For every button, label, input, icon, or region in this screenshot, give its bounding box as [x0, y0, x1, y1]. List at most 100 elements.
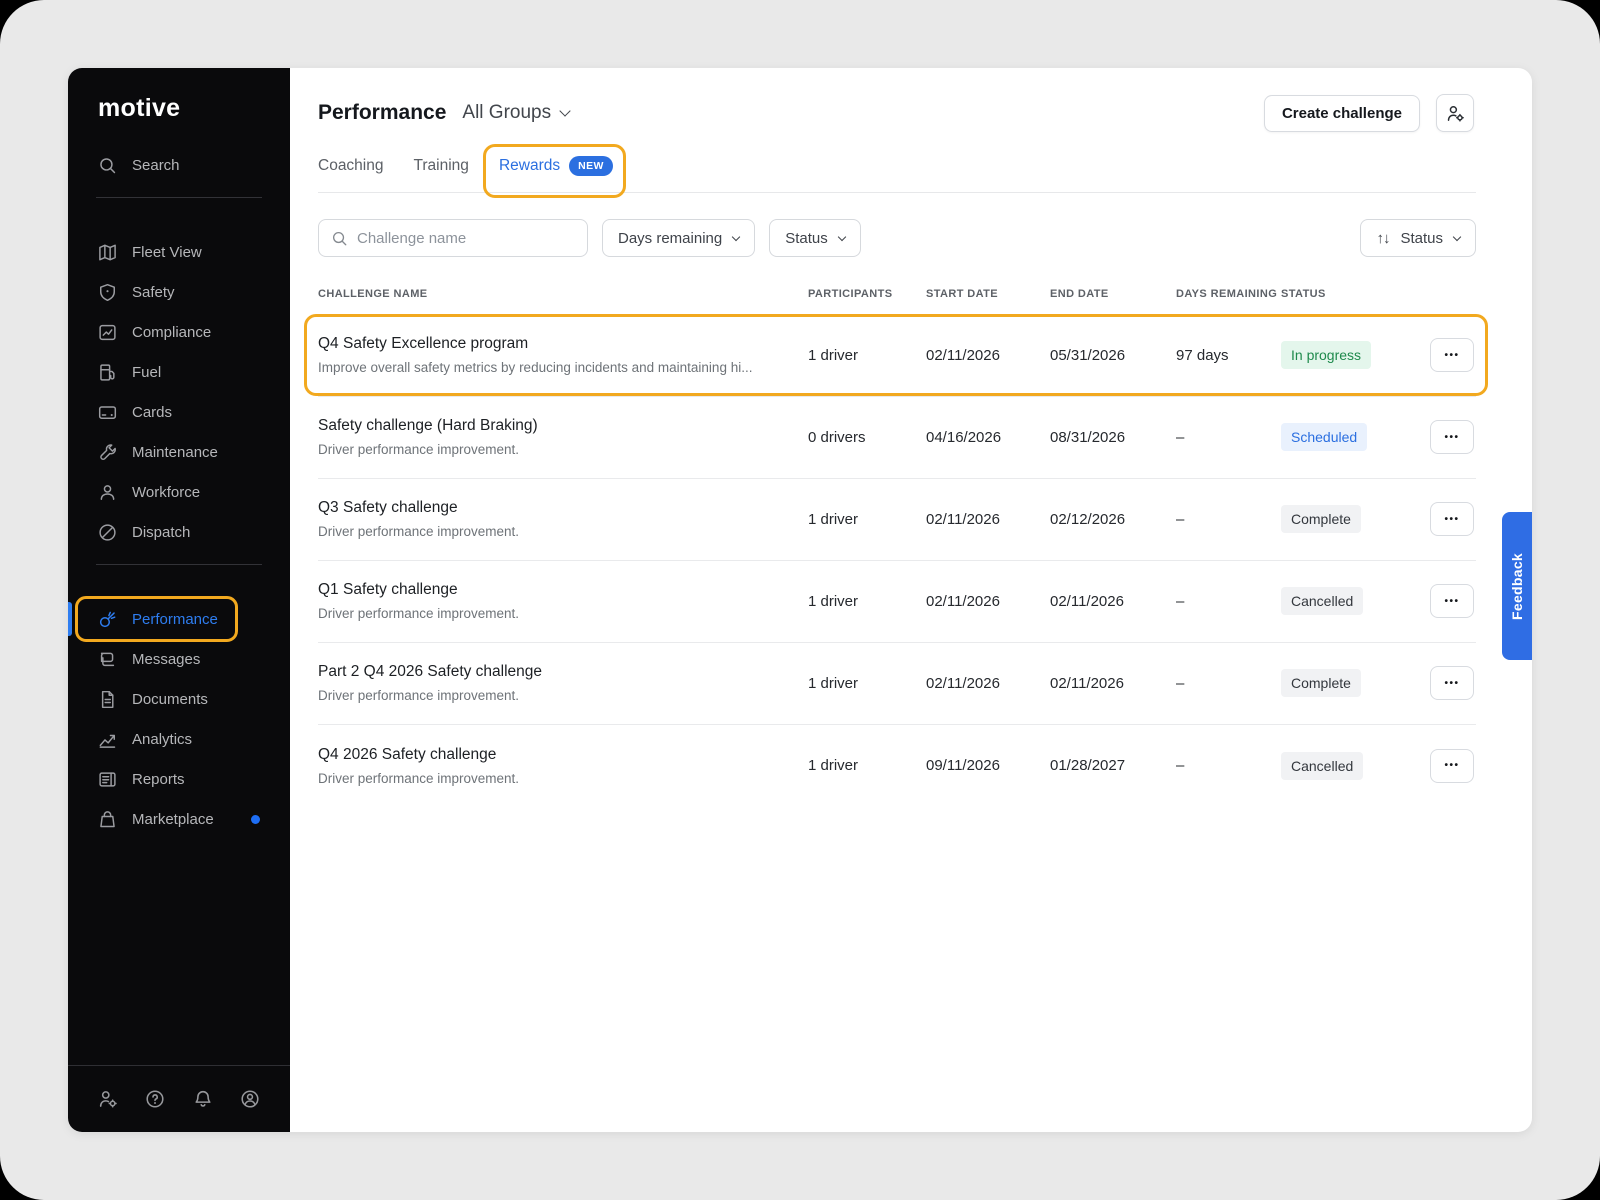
sidebar-item-cards[interactable]: Cards [68, 392, 290, 432]
row-actions-cell: ••• [1430, 338, 1476, 372]
create-challenge-button[interactable]: Create challenge [1264, 95, 1420, 132]
sidebar-item-analytics[interactable]: Analytics [68, 719, 290, 759]
tab-coaching[interactable]: Coaching [318, 156, 384, 192]
start-date-cell: 02/11/2026 [926, 675, 1050, 692]
feedback-tab-label: Feedback [1509, 553, 1525, 620]
tab-label: Coaching [318, 157, 384, 175]
sidebar-item-compliance[interactable]: Compliance [68, 312, 290, 352]
days-remaining-cell: – [1176, 593, 1281, 610]
sidebar-item-label: Marketplace [132, 811, 214, 828]
participants-cell: 1 driver [808, 593, 926, 610]
days-remaining-cell: – [1176, 675, 1281, 692]
sidebar-item-label: Search [132, 157, 180, 174]
end-date-cell: 05/31/2026 [1050, 347, 1176, 364]
analytics-icon [98, 730, 117, 749]
table-row[interactable]: Q4 2026 Safety challengeDriver performan… [318, 725, 1476, 807]
challenge-description: Driver performance improvement. [318, 771, 784, 786]
feedback-tab[interactable]: Feedback [1502, 512, 1532, 660]
sidebar-item-label: Maintenance [132, 444, 218, 461]
sidebar-item-maintenance[interactable]: Maintenance [68, 432, 290, 472]
days-remaining-filter[interactable]: Days remaining [602, 219, 755, 257]
tab-label: Training [414, 157, 469, 175]
user-settings-button[interactable] [98, 1089, 118, 1109]
sidebar-item-fleet-view[interactable]: Fleet View [68, 232, 290, 272]
status-filter-label: Status [785, 230, 828, 247]
sidebar-item-fuel[interactable]: Fuel [68, 352, 290, 392]
start-date-cell: 02/11/2026 [926, 593, 1050, 610]
tab-rewards[interactable]: RewardsNEW [499, 156, 613, 192]
sidebar-item-label: Cards [132, 404, 172, 421]
sort-by-dropdown[interactable]: ↑↓ Status [1360, 219, 1476, 257]
table-row[interactable]: Safety challenge (Hard Braking)Driver pe… [318, 397, 1476, 479]
challenge-name-cell: Q1 Safety challengeDriver performance im… [318, 565, 808, 637]
user-settings-button[interactable] [1436, 94, 1474, 132]
challenge-description: Driver performance improvement. [318, 524, 784, 539]
search-icon [331, 230, 348, 247]
challenge-search-input[interactable] [357, 230, 575, 247]
table-row[interactable]: Q4 Safety Excellence programImprove over… [318, 315, 1476, 397]
row-more-button[interactable]: ••• [1430, 584, 1474, 618]
group-filter-dropdown[interactable]: All Groups [462, 102, 569, 124]
person-icon [98, 483, 117, 502]
participants-cell: 0 drivers [808, 429, 926, 446]
sidebar-item-performance[interactable]: Performance [68, 599, 290, 639]
row-more-button[interactable]: ••• [1430, 420, 1474, 454]
sidebar-item-search[interactable]: Search [68, 145, 290, 185]
challenge-name-cell: Q3 Safety challengeDriver performance im… [318, 483, 808, 555]
table-row[interactable]: Q3 Safety challengeDriver performance im… [318, 479, 1476, 561]
challenge-name: Q4 Safety Excellence program [318, 335, 784, 353]
sort-by-label: Status [1400, 230, 1443, 247]
row-more-button[interactable]: ••• [1430, 749, 1474, 783]
sidebar-item-documents[interactable]: Documents [68, 679, 290, 719]
status-badge: Complete [1281, 669, 1361, 697]
search-icon [331, 230, 348, 247]
card-icon [98, 403, 117, 422]
sidebar-footer [68, 1065, 290, 1132]
reports-icon [98, 770, 117, 789]
status-filter[interactable]: Status [769, 219, 861, 257]
row-more-button[interactable]: ••• [1430, 502, 1474, 536]
search-icon [98, 156, 117, 175]
filters-bar: Days remaining Status ↑↓ Status [318, 219, 1476, 257]
new-badge: NEW [569, 156, 613, 176]
sidebar-item-safety[interactable]: Safety [68, 272, 290, 312]
sidebar-divider [96, 564, 262, 565]
start-date-cell: 04/16/2026 [926, 429, 1050, 446]
notification-dot [251, 815, 260, 824]
shield-icon [98, 283, 117, 302]
sidebar-item-workforce[interactable]: Workforce [68, 472, 290, 512]
column-header: PARTICIPANTS [808, 287, 926, 302]
sidebar-item-label: Compliance [132, 324, 211, 341]
sidebar-item-messages[interactable]: Messages [68, 639, 290, 679]
end-date-cell: 02/12/2026 [1050, 511, 1176, 528]
table-row[interactable]: Q1 Safety challengeDriver performance im… [318, 561, 1476, 643]
sidebar-item-reports[interactable]: Reports [68, 759, 290, 799]
sidebar-item-label: Workforce [132, 484, 200, 501]
row-actions-cell: ••• [1430, 666, 1476, 700]
header-actions: Create challenge [1264, 94, 1474, 132]
row-more-button[interactable]: ••• [1430, 666, 1474, 700]
notifications-icon [193, 1089, 213, 1109]
sidebar-secondary-nav: PerformanceMessages Documents AnalyticsRep… [68, 599, 290, 839]
sidebar-item-dispatch[interactable]: Dispatch [68, 512, 290, 552]
motive-logo: motive [68, 68, 290, 123]
notifications-button[interactable] [193, 1089, 213, 1109]
sidebar-item-label: Documents [132, 691, 208, 708]
status-cell: Complete [1281, 669, 1430, 697]
chevron-down-icon [838, 233, 846, 241]
help-button[interactable] [145, 1089, 165, 1109]
challenge-name-cell: Part 2 Q4 2026 Safety challengeDriver pe… [318, 647, 808, 719]
table-row[interactable]: Part 2 Q4 2026 Safety challengeDriver pe… [318, 643, 1476, 725]
row-more-button[interactable]: ••• [1430, 338, 1474, 372]
end-date-cell: 08/31/2026 [1050, 429, 1176, 446]
tab-training[interactable]: Training [414, 156, 469, 192]
chevron-down-icon [559, 105, 570, 116]
status-cell: Cancelled [1281, 587, 1430, 615]
status-cell: Complete [1281, 505, 1430, 533]
row-actions-cell: ••• [1430, 584, 1476, 618]
status-badge: Cancelled [1281, 752, 1363, 780]
participants-cell: 1 driver [808, 511, 926, 528]
sidebar-item-marketplace[interactable]: Marketplace [68, 799, 290, 839]
challenge-search-box[interactable] [318, 219, 588, 257]
account-button[interactable] [240, 1089, 260, 1109]
